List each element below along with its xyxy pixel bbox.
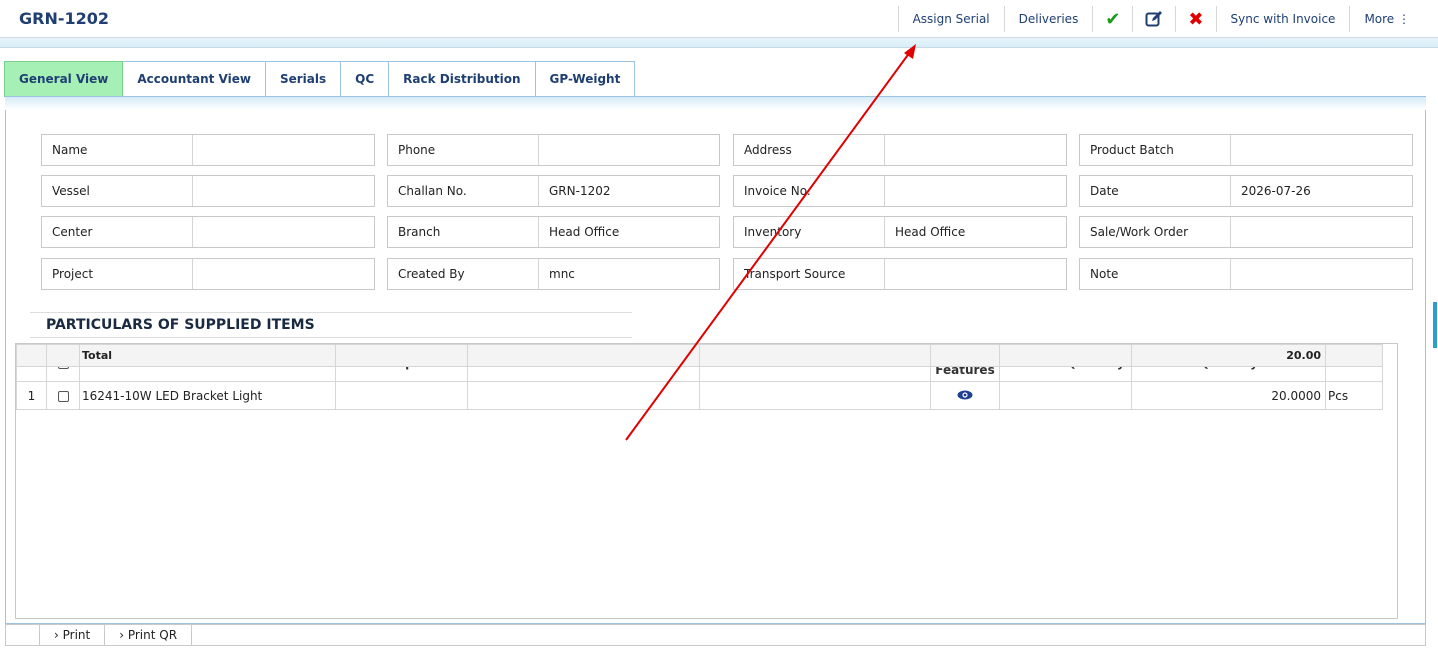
field-value[interactable] — [1231, 135, 1412, 165]
field-invoice-no[interactable]: Invoice No. — [733, 175, 1067, 207]
cell-product[interactable]: 16241-10W LED Bracket Light — [79, 381, 336, 410]
footer-spacer — [6, 625, 40, 645]
field-label: Inventory — [734, 217, 885, 247]
field-label: Created By — [388, 259, 539, 289]
field-value[interactable] — [1231, 259, 1412, 289]
field-value[interactable] — [539, 135, 719, 165]
cell-feature1[interactable] — [467, 381, 700, 410]
field-project[interactable]: Project — [41, 258, 375, 290]
table-row[interactable]: 1 16241-10W LED Bracket Light 20.0000 Pc… — [16, 381, 1383, 410]
field-date[interactable]: Date 2026-07-26 — [1079, 175, 1413, 207]
header-bar: GRN-1202 Assign Serial Deliveries ✔ ✖ Sy… — [0, 0, 1438, 38]
total-row: Total 20.00 — [16, 344, 1383, 367]
field-label: Project — [42, 259, 193, 289]
scroll-indicator[interactable] — [1433, 302, 1437, 348]
total-cell-blank — [999, 344, 1132, 367]
row-number: 1 — [16, 381, 47, 410]
action-toolbar: Assign Serial Deliveries ✔ ✖ Sync with I… — [897, 6, 1424, 32]
print-qr-button[interactable]: › Print QR — [105, 625, 193, 645]
total-label: Total — [79, 344, 336, 367]
total-cell-blank — [930, 344, 1000, 367]
total-cell-blank — [335, 344, 468, 367]
field-value[interactable] — [885, 259, 1066, 289]
field-value[interactable] — [1231, 217, 1412, 247]
field-label: Product Batch — [1080, 135, 1231, 165]
tab-qc[interactable]: QC — [341, 61, 390, 97]
field-label: Center — [42, 217, 193, 247]
approve-check-icon[interactable]: ✔ — [1092, 6, 1132, 32]
cancel-x-icon[interactable]: ✖ — [1175, 6, 1215, 32]
total-cell-blank — [467, 344, 700, 367]
total-cell-blank — [46, 344, 80, 367]
field-value[interactable]: GRN-1202 — [539, 176, 719, 206]
field-label: Name — [42, 135, 193, 165]
field-value[interactable]: Head Office — [539, 217, 719, 247]
assign-serial-button[interactable]: Assign Serial — [897, 6, 1004, 32]
deliveries-button[interactable]: Deliveries — [1003, 6, 1093, 32]
field-label: Invoice No. — [734, 176, 885, 206]
section-title: PARTICULARS OF SUPPLIED ITEMS — [30, 312, 632, 338]
print-button[interactable]: › Print — [40, 625, 106, 645]
panel-strip — [5, 96, 1426, 110]
field-vessel[interactable]: Vessel — [41, 175, 375, 207]
field-value[interactable]: Head Office — [885, 217, 1066, 247]
field-label: Sale/Work Order — [1080, 217, 1231, 247]
field-value[interactable] — [885, 135, 1066, 165]
total-quantity: 20.00 — [1131, 344, 1326, 367]
page-title: GRN-1202 — [19, 9, 110, 28]
tab-accountant-view[interactable]: Accountant View — [123, 61, 266, 97]
field-label: Date — [1080, 176, 1231, 206]
field-sale-work-order[interactable]: Sale/Work Order — [1079, 216, 1413, 248]
field-label: Transport Source — [734, 259, 885, 289]
cell-feature2[interactable] — [699, 381, 931, 410]
cell-all-features[interactable] — [930, 381, 1000, 410]
row-checkbox[interactable] — [46, 381, 80, 410]
field-label: Phone — [388, 135, 539, 165]
tab-general-view[interactable]: General View — [4, 61, 124, 97]
sync-with-invoice-button[interactable]: Sync with Invoice — [1215, 6, 1350, 32]
cell-description[interactable] — [335, 381, 468, 410]
field-address[interactable]: Address — [733, 134, 1067, 166]
field-inventory[interactable]: Inventory Head Office — [733, 216, 1067, 248]
field-created-by[interactable]: Created By mnc — [387, 258, 720, 290]
footer-toolbar: › Print › Print QR — [5, 624, 1426, 646]
field-label: Challan No. — [388, 176, 539, 206]
items-grid: Product Description Feature 1 Feature 2 … — [15, 343, 1398, 619]
more-menu-button[interactable]: More ⋮ — [1349, 6, 1424, 32]
field-value[interactable]: mnc — [539, 259, 719, 289]
field-value[interactable]: 2026-07-26 — [1231, 176, 1412, 206]
field-transport-source[interactable]: Transport Source — [733, 258, 1067, 290]
field-note[interactable]: Note — [1079, 258, 1413, 290]
total-cell-blank — [1325, 344, 1383, 367]
field-value[interactable] — [193, 259, 374, 289]
total-cell-blank — [16, 344, 47, 367]
checkbox-icon[interactable] — [57, 390, 69, 402]
field-label: Address — [734, 135, 885, 165]
field-label: Vessel — [42, 176, 193, 206]
field-value[interactable] — [193, 176, 374, 206]
edit-icon[interactable] — [1132, 6, 1175, 32]
cell-unit[interactable]: Pcs — [1325, 381, 1383, 410]
field-name[interactable]: Name — [41, 134, 375, 166]
eye-icon[interactable] — [957, 388, 973, 404]
field-value[interactable] — [193, 217, 374, 247]
field-value[interactable] — [193, 135, 374, 165]
tab-rack-distribution[interactable]: Rack Distribution — [389, 61, 536, 97]
tab-bar: General View Accountant View Serials QC … — [4, 61, 636, 97]
field-label: Note — [1080, 259, 1231, 289]
field-challan-no[interactable]: Challan No. GRN-1202 — [387, 175, 720, 207]
field-label: Branch — [388, 217, 539, 247]
field-product-batch[interactable]: Product Batch — [1079, 134, 1413, 166]
field-center[interactable]: Center — [41, 216, 375, 248]
header-strip — [0, 38, 1438, 48]
cell-ordered-quantity[interactable] — [999, 381, 1132, 410]
field-value[interactable] — [885, 176, 1066, 206]
tab-serials[interactable]: Serials — [265, 61, 342, 97]
field-phone[interactable]: Phone — [387, 134, 720, 166]
cell-quantity[interactable]: 20.0000 — [1131, 381, 1326, 410]
total-cell-blank — [699, 344, 931, 367]
field-branch[interactable]: Branch Head Office — [387, 216, 720, 248]
edit-pencil-icon — [1145, 11, 1163, 27]
tab-gp-weight[interactable]: GP-Weight — [535, 61, 636, 97]
